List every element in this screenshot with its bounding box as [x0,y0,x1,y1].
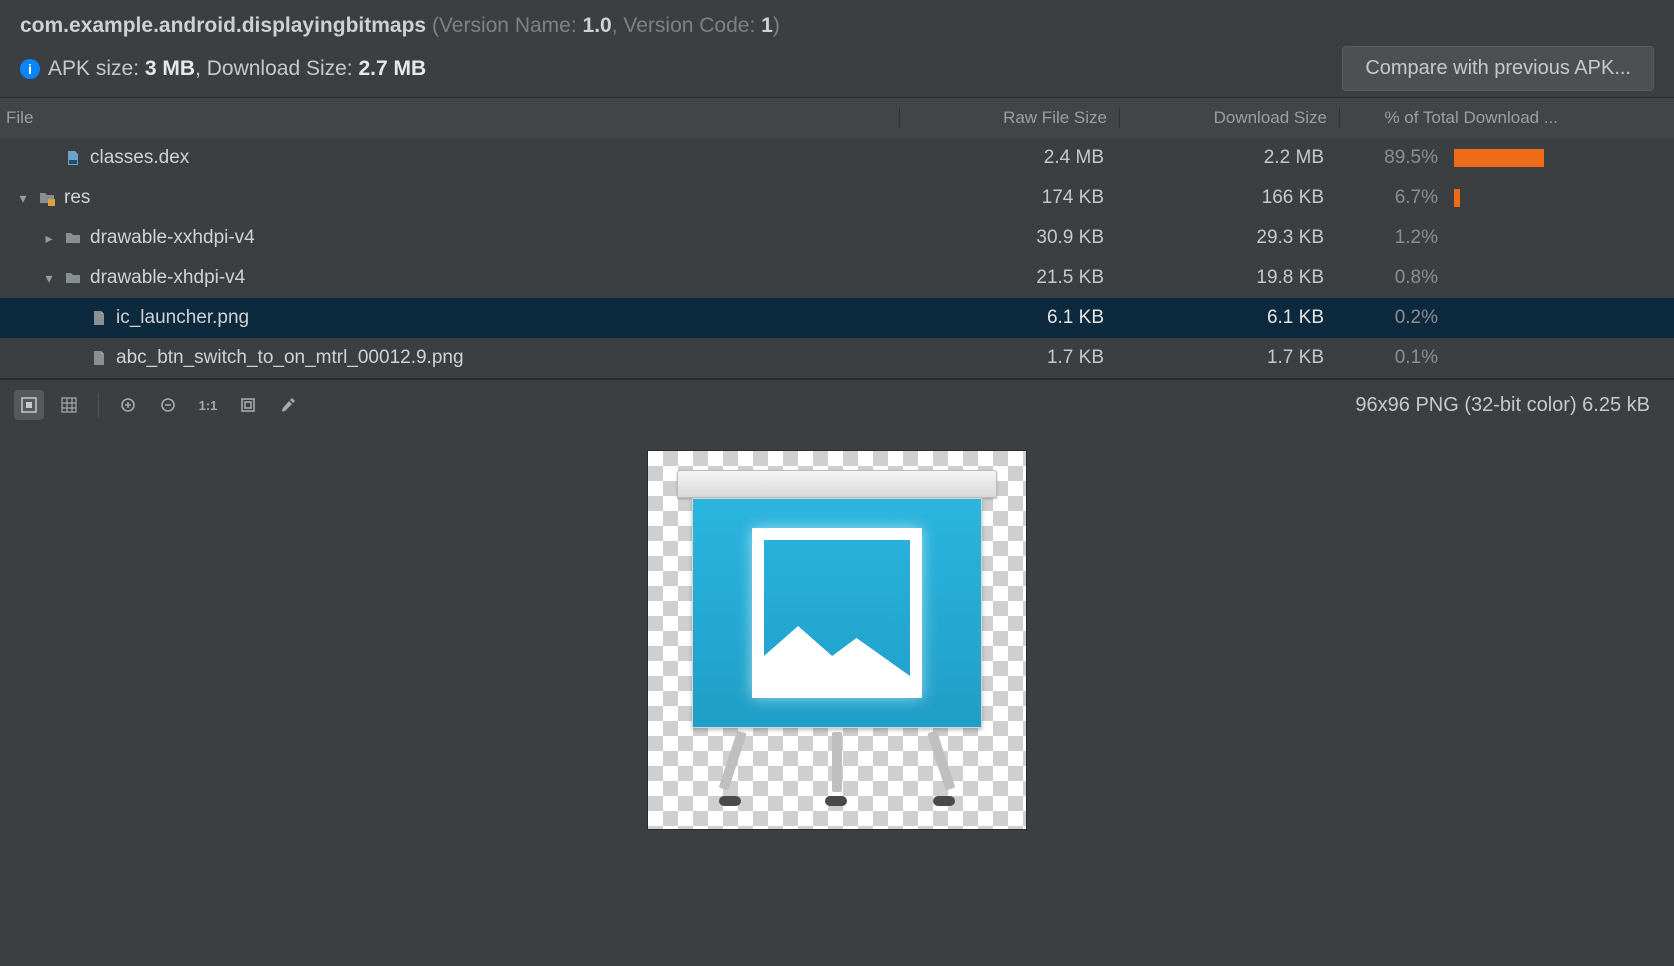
crop-icon[interactable] [233,390,263,420]
cell-bar [1450,149,1570,167]
cell-file: ▸abc_btn_switch_to_on_mtrl_00012.9.png [0,347,900,369]
cell-file: ▸classes.dex [0,147,900,169]
cell-download-size: 6.1 KB [1120,307,1340,329]
col-raw-size[interactable]: Raw File Size [900,108,1120,128]
dex-icon [64,149,82,167]
preview-panel: 1:1 96x96 PNG (32-bit color) 6.25 kB [0,379,1674,966]
version-name: 1.0 [583,14,612,37]
file-name: ic_launcher.png [116,307,249,329]
cell-percent: 0.8% [1340,267,1450,289]
folder-res-icon [38,189,56,207]
col-percent[interactable]: % of Total Download ... [1340,108,1570,128]
cell-download-size: 29.3 KB [1120,227,1340,249]
cell-percent: 1.2% [1340,227,1450,249]
one-to-one-icon[interactable]: 1:1 [193,390,223,420]
cell-bar [1450,189,1570,207]
cell-file: ▾ drawable-xhdpi-v4 [0,267,900,289]
cell-file: ▾ res [0,187,900,209]
file-name: res [64,187,90,209]
file-name: drawable-xxhdpi-v4 [90,227,255,249]
cell-download-size: 19.8 KB [1120,267,1340,289]
image-info: 96x96 PNG (32-bit color) 6.25 kB [1355,394,1660,417]
cell-download-size: 1.7 KB [1120,347,1340,369]
percent-bar [1454,149,1544,167]
fit-zoom-icon[interactable] [14,390,44,420]
version-name-label: (Version Name: [432,14,583,37]
grid-icon[interactable] [54,390,84,420]
folder-icon [64,269,82,287]
cell-percent: 89.5% [1340,147,1450,169]
table-row[interactable]: ▸ drawable-xxhdpi-v4 30.9 KB29.3 KB1.2% [0,218,1674,258]
file-name: classes.dex [90,147,189,169]
table-row[interactable]: ▸ic_launcher.png6.1 KB6.1 KB0.2% [0,298,1674,338]
table-row[interactable]: ▸abc_btn_switch_to_on_mtrl_00012.9.png1.… [0,338,1674,378]
cell-raw-size: 6.1 KB [900,307,1120,329]
file-name: abc_btn_switch_to_on_mtrl_00012.9.png [116,347,464,369]
cell-download-size: 2.2 MB [1120,147,1340,169]
toolbar-separator [98,393,99,417]
cell-percent: 0.2% [1340,307,1450,329]
cell-percent: 0.1% [1340,347,1450,369]
chevron-down-icon[interactable]: ▾ [42,271,56,285]
table-header: File Raw File Size Download Size % of To… [0,98,1674,138]
info-icon: i [20,59,40,79]
preview-canvas[interactable] [0,430,1674,966]
launcher-icon-preview [677,470,997,810]
cell-raw-size: 1.7 KB [900,347,1120,369]
cell-raw-size: 21.5 KB [900,267,1120,289]
folder-icon [64,229,82,247]
cell-file: ▸ic_launcher.png [0,307,900,329]
table-body: ▸classes.dex2.4 MB2.2 MB89.5%▾res174 KB1… [0,138,1674,379]
cell-raw-size: 2.4 MB [900,147,1120,169]
color-picker-icon[interactable] [273,390,303,420]
compare-apk-button[interactable]: Compare with previous APK... [1342,46,1654,91]
png-icon [90,349,108,367]
png-icon [90,309,108,327]
package-name: com.example.android.displayingbitmaps [20,14,426,37]
zoom-out-icon[interactable] [153,390,183,420]
cell-raw-size: 30.9 KB [900,227,1120,249]
apk-sizes: APK size: 3 MB, Download Size: 2.7 MB [48,57,426,81]
col-file[interactable]: File [0,108,900,128]
checker-background [647,450,1027,830]
table-row[interactable]: ▸classes.dex2.4 MB2.2 MB89.5% [0,138,1674,178]
cell-percent: 6.7% [1340,187,1450,209]
apk-header: com.example.android.displayingbitmaps (V… [0,0,1674,97]
preview-toolbar: 1:1 96x96 PNG (32-bit color) 6.25 kB [0,380,1674,430]
file-name: drawable-xhdpi-v4 [90,267,245,289]
table-row[interactable]: ▾ drawable-xhdpi-v4 21.5 KB19.8 KB0.8% [0,258,1674,298]
percent-bar [1454,189,1460,207]
cell-download-size: 166 KB [1120,187,1340,209]
col-download-size[interactable]: Download Size [1120,108,1340,128]
version-code: 1 [761,14,773,37]
cell-file: ▸ drawable-xxhdpi-v4 [0,227,900,249]
chevron-down-icon[interactable]: ▾ [16,191,30,205]
version-code-label: , Version Code: [612,14,761,37]
package-line: com.example.android.displayingbitmaps (V… [20,14,1654,38]
chevron-right-icon[interactable]: ▸ [42,231,56,245]
file-table: File Raw File Size Download Size % of To… [0,97,1674,379]
table-row[interactable]: ▾ res 174 KB166 KB6.7% [0,178,1674,218]
cell-raw-size: 174 KB [900,187,1120,209]
zoom-in-icon[interactable] [113,390,143,420]
